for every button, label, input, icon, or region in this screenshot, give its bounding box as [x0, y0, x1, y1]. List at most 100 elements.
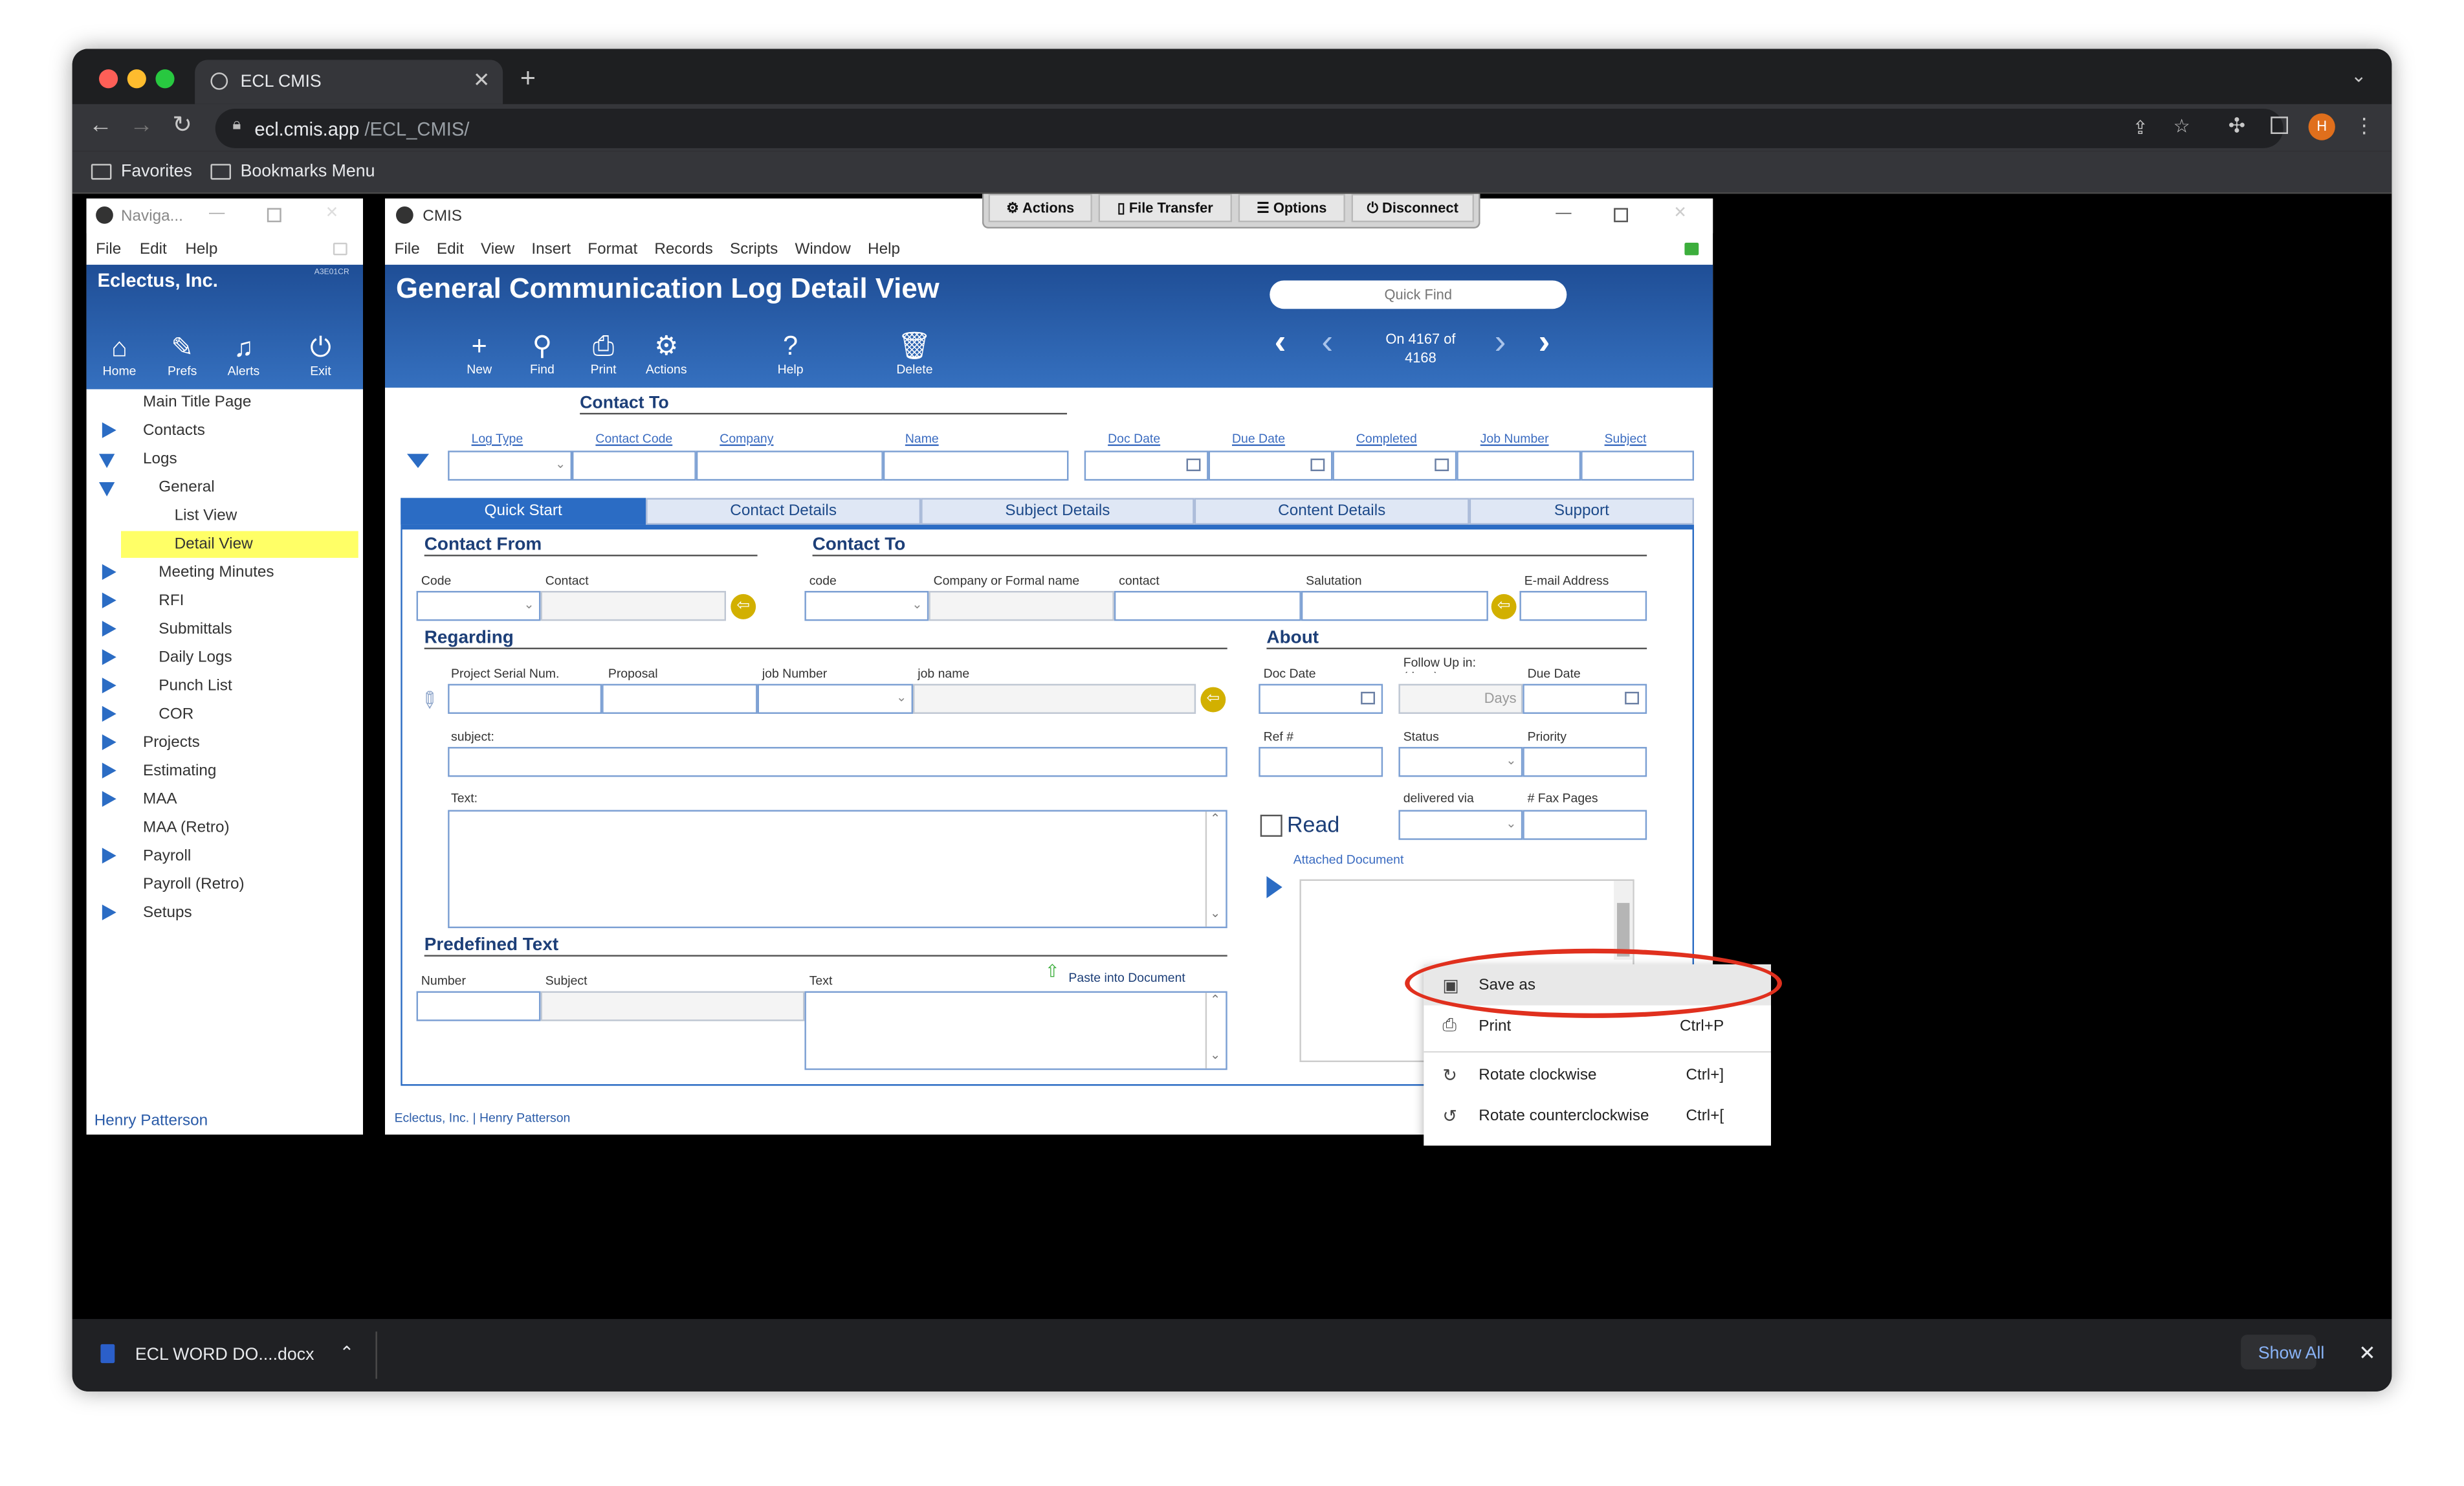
- ct-salutation-field[interactable]: [1301, 591, 1488, 621]
- ct-contact-field[interactable]: [1114, 591, 1301, 621]
- tree-item[interactable]: Contacts: [87, 417, 363, 444]
- ft-disconnect-button[interactable]: ⏻ Disconnect: [1351, 194, 1474, 223]
- col-subject[interactable]: Subject: [1605, 432, 1647, 446]
- scrollbar[interactable]: ⌃ ⌄: [1205, 811, 1226, 927]
- bookmark-menu[interactable]: Bookmarks Menu: [210, 162, 375, 181]
- calendar-icon[interactable]: [1625, 691, 1639, 705]
- follow-up-field[interactable]: Days: [1398, 683, 1523, 714]
- tree-item[interactable]: Payroll: [87, 843, 363, 870]
- next-record-icon[interactable]: ›: [1495, 322, 1506, 362]
- menu-records[interactable]: Records: [654, 241, 712, 259]
- paste-icon[interactable]: ⇧: [1045, 961, 1059, 982]
- scrollbar[interactable]: [1614, 881, 1633, 960]
- prev-record-icon[interactable]: ‹: [1321, 322, 1333, 362]
- menu-scripts[interactable]: Scripts: [730, 241, 778, 259]
- proposal-field[interactable]: [602, 683, 758, 714]
- tree-item[interactable]: Submittals: [87, 616, 363, 643]
- job-number-field-2[interactable]: ⌄: [757, 683, 913, 714]
- maximize-window-button[interactable]: [155, 69, 175, 89]
- col-completed[interactable]: Completed: [1356, 432, 1417, 446]
- tab-subject-details[interactable]: Subject Details: [921, 498, 1194, 525]
- browser-menu-icon[interactable]: ⋮: [2354, 113, 2375, 139]
- reload-button[interactable]: ↻: [166, 110, 198, 142]
- ft-actions-button[interactable]: ⚙ Actions: [988, 194, 1092, 223]
- completed-field[interactable]: [1332, 450, 1457, 481]
- tree-item[interactable]: Punch List: [87, 673, 363, 700]
- due-date-field[interactable]: [1208, 450, 1333, 481]
- expand-icon[interactable]: [102, 734, 116, 750]
- print-button[interactable]: ⎙ Print: [580, 331, 627, 377]
- priority-field[interactable]: [1523, 747, 1647, 777]
- read-checkbox[interactable]: [1260, 814, 1282, 837]
- scroll-up-icon[interactable]: ⌃: [1210, 993, 1220, 1007]
- menu-edit[interactable]: Edit: [140, 241, 167, 259]
- help-button[interactable]: ? Help: [767, 331, 814, 377]
- menu-file[interactable]: File: [96, 241, 121, 259]
- scroll-down-icon[interactable]: ⌄: [1210, 906, 1220, 920]
- tree-item[interactable]: Setups: [87, 900, 363, 926]
- company-field[interactable]: [696, 450, 883, 481]
- close-icon[interactable]: ✕: [1673, 205, 1686, 223]
- tab-search-icon[interactable]: ⌄: [2351, 65, 2366, 87]
- ct-email-field[interactable]: [1519, 591, 1647, 621]
- minimize-icon[interactable]: —: [209, 205, 225, 223]
- tree-item[interactable]: Payroll (Retro): [143, 871, 245, 898]
- tree-item[interactable]: Projects: [87, 729, 363, 756]
- download-filename[interactable]: ECL WORD DO....docx: [135, 1346, 314, 1364]
- chevron-up-icon[interactable]: ⌃: [340, 1342, 354, 1363]
- serial-field[interactable]: [448, 683, 602, 714]
- expand-icon[interactable]: [102, 422, 116, 438]
- browser-tab[interactable]: ECL CMIS ✕: [195, 60, 503, 104]
- pt-subject-field[interactable]: [540, 991, 805, 1021]
- expand-icon[interactable]: [102, 847, 116, 864]
- name-field[interactable]: [883, 450, 1069, 481]
- menu-insert[interactable]: Insert: [531, 241, 571, 259]
- col-contact-code[interactable]: Contact Code: [595, 432, 672, 446]
- menu-view[interactable]: View: [481, 241, 514, 259]
- delete-button[interactable]: 🗑︎ Delete: [891, 331, 938, 377]
- ct-code-field[interactable]: ⌄: [804, 591, 929, 621]
- back-button[interactable]: ←: [85, 110, 116, 142]
- new-tab-button[interactable]: +: [520, 65, 536, 91]
- tree-item[interactable]: MAA: [87, 786, 363, 813]
- close-window-button[interactable]: [98, 69, 118, 89]
- tab-contact-details[interactable]: Contact Details: [646, 498, 921, 525]
- quick-find-input[interactable]: [1270, 280, 1567, 309]
- side-panel-icon[interactable]: [2271, 116, 2288, 134]
- expand-icon[interactable]: [102, 762, 116, 779]
- pt-number-field[interactable]: [416, 991, 541, 1021]
- actions-button[interactable]: ⚙ Actions: [643, 331, 690, 377]
- address-bar[interactable]: 🔒︎ ecl.cmis.app /ECL_CMIS/ ⇪ ☆: [215, 109, 2283, 148]
- calendar-icon[interactable]: [1310, 458, 1325, 472]
- tree-item[interactable]: Daily Logs: [87, 645, 363, 671]
- exit-button[interactable]: ⏻ Exit: [297, 333, 344, 379]
- minimize-window-button[interactable]: [127, 69, 146, 89]
- tab-content-details[interactable]: Content Details: [1194, 498, 1469, 525]
- col-log-type[interactable]: Log Type: [472, 432, 523, 446]
- tab-support[interactable]: Support: [1469, 498, 1694, 525]
- text-area[interactable]: ⌃ ⌄: [448, 810, 1227, 929]
- minimize-icon[interactable]: —: [1556, 205, 1571, 223]
- profile-avatar[interactable]: H: [2308, 113, 2335, 140]
- close-tab-icon[interactable]: ✕: [473, 68, 490, 93]
- home-button[interactable]: ⌂ Home: [96, 333, 143, 379]
- sort-toggle-icon[interactable]: [406, 454, 429, 469]
- close-icon[interactable]: ✕: [325, 205, 338, 223]
- tree-item-selected[interactable]: Detail View: [120, 531, 358, 558]
- contact-code-field[interactable]: [571, 450, 696, 481]
- alerts-button[interactable]: ♫ Alerts: [220, 333, 267, 379]
- tree-item[interactable]: MAA (Retro): [143, 815, 230, 841]
- expand-icon[interactable]: [102, 705, 116, 722]
- job-number-field[interactable]: [1457, 450, 1581, 481]
- expand-icon[interactable]: [102, 791, 116, 807]
- ft-file-transfer-button[interactable]: ▯ File Transfer: [1098, 194, 1232, 223]
- status-field[interactable]: ⌄: [1398, 747, 1523, 777]
- ref-field[interactable]: [1259, 747, 1383, 777]
- col-job-number[interactable]: Job Number: [1480, 432, 1549, 446]
- menu-item-rotate-clockwise[interactable]: ↻ Rotate clockwise Ctrl+]: [1424, 1054, 1771, 1095]
- maximize-icon[interactable]: [267, 208, 281, 223]
- find-button[interactable]: ⚲ Find: [518, 331, 566, 377]
- new-button[interactable]: + New: [456, 331, 503, 377]
- share-icon[interactable]: ⇪: [2133, 116, 2148, 139]
- ft-options-button[interactable]: ☰ Options: [1238, 194, 1345, 223]
